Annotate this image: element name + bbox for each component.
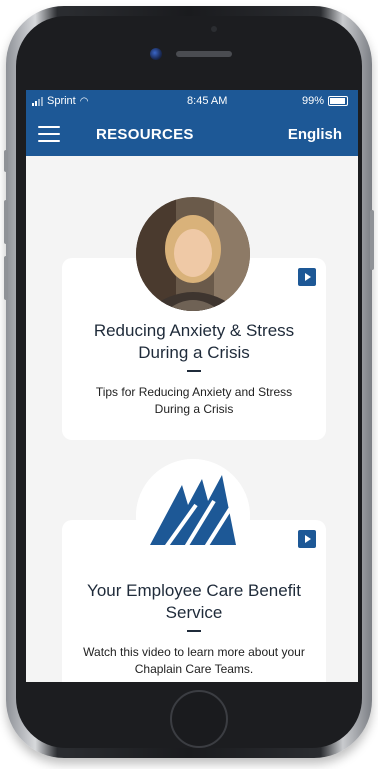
home-button[interactable] bbox=[170, 690, 228, 748]
status-left: Sprint ◠ bbox=[32, 95, 88, 107]
battery-status: 99% bbox=[302, 95, 348, 107]
carrier-label: Sprint bbox=[47, 95, 76, 107]
title-divider bbox=[187, 630, 201, 632]
company-logo bbox=[136, 459, 250, 573]
wifi-icon: ◠ bbox=[79, 95, 89, 107]
menu-icon[interactable] bbox=[38, 126, 60, 142]
proximity-sensor bbox=[211, 26, 217, 32]
power-button bbox=[370, 210, 374, 270]
card-description: Tips for Reducing Anxiety and Stress Dur… bbox=[95, 385, 293, 416]
card-title: Reducing Anxiety & Stress During a Crisi… bbox=[93, 321, 295, 362]
video-icon bbox=[298, 530, 316, 548]
title-divider bbox=[187, 370, 201, 372]
earpiece-speaker bbox=[176, 51, 232, 57]
presenter-avatar bbox=[136, 197, 250, 311]
battery-icon bbox=[328, 96, 348, 106]
card-title: Your Employee Care Benefit Service bbox=[87, 581, 301, 622]
volume-down-button bbox=[4, 256, 8, 300]
nav-bar: RESOURCES English bbox=[26, 112, 358, 156]
volume-up-button bbox=[4, 200, 8, 244]
battery-percent: 99% bbox=[301, 95, 324, 107]
screen: Sprint ◠ 8:45 AM 99% RESOURCES English R… bbox=[26, 90, 358, 682]
status-time: 8:45 AM bbox=[187, 95, 228, 107]
logo-avatar bbox=[136, 459, 250, 573]
mute-switch bbox=[4, 150, 8, 172]
card-description: Watch this video to learn more about you… bbox=[83, 645, 305, 676]
status-bar: Sprint ◠ 8:45 AM 99% bbox=[26, 90, 358, 112]
presenter-photo bbox=[136, 197, 250, 311]
signal-icon bbox=[32, 96, 43, 106]
language-button[interactable]: English bbox=[288, 126, 348, 143]
video-icon bbox=[298, 268, 316, 286]
page-title: RESOURCES bbox=[96, 125, 194, 143]
front-camera bbox=[150, 48, 162, 60]
